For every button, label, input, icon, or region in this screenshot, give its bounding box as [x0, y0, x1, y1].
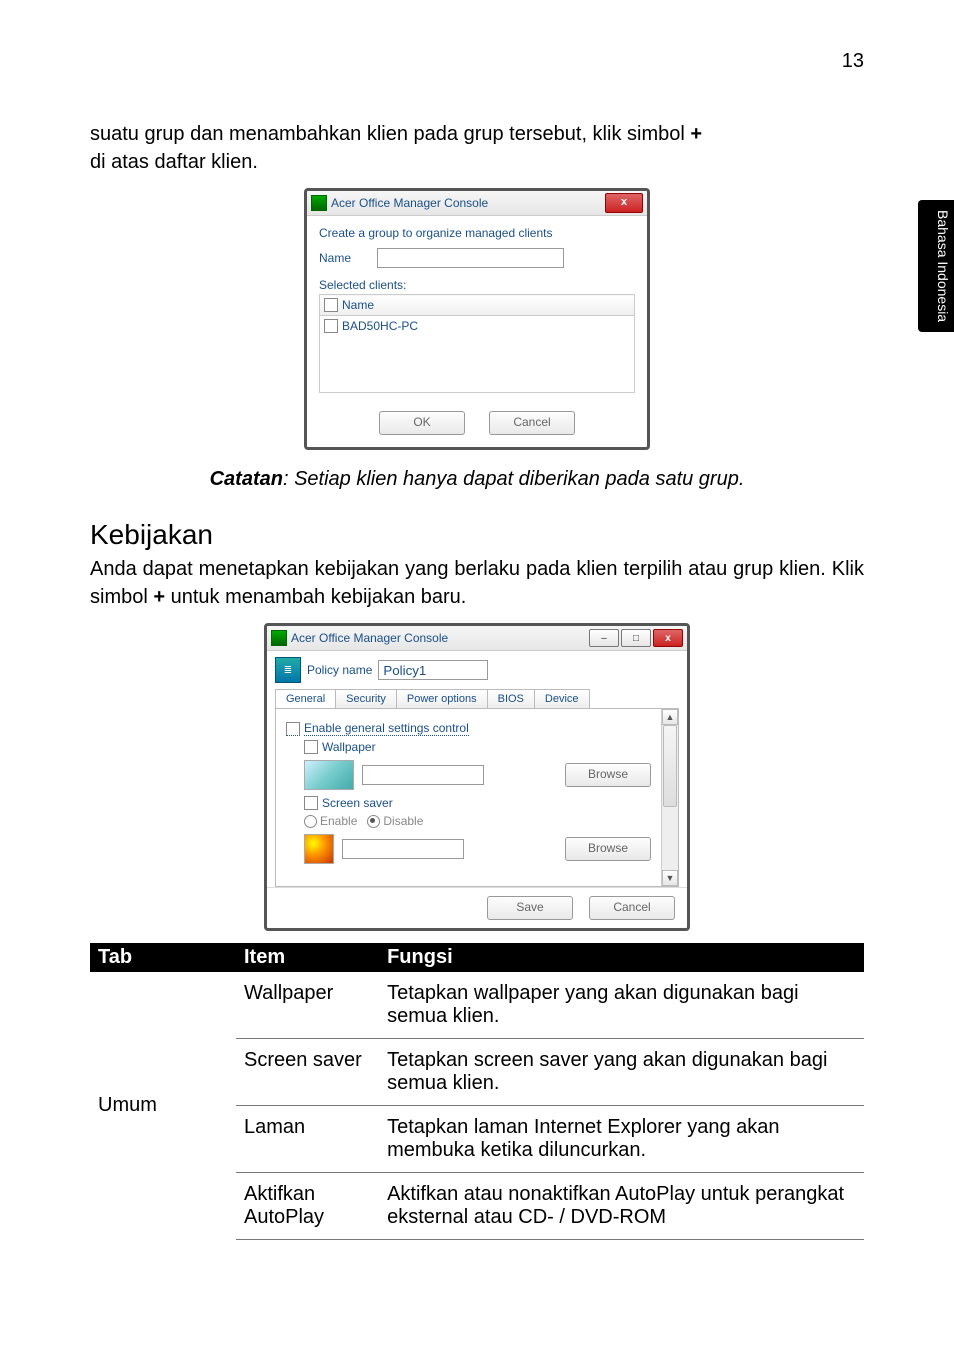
enable-radio-label: Enable: [320, 814, 357, 828]
table-row: Umum Wallpaper Tetapkan wallpaper yang a…: [90, 972, 864, 1039]
enable-general-checkbox[interactable]: [286, 722, 300, 736]
clients-table: Name BAD50HC-PC: [319, 294, 635, 393]
note-rest: : Setiap klien hanya dapat diberikan pad…: [283, 468, 744, 490]
table-row[interactable]: BAD50HC-PC: [320, 316, 635, 337]
tab-name-cell: Umum: [90, 972, 236, 1240]
disable-radio[interactable]: [367, 815, 380, 828]
wallpaper-path-input[interactable]: [362, 765, 484, 785]
dialog-titlebar[interactable]: Acer Office Manager Console – □ x: [267, 626, 687, 651]
func-cell: Tetapkan laman Internet Explorer yang ak…: [379, 1106, 864, 1173]
col-tab: Tab: [90, 943, 236, 972]
item-cell: Aktifkan AutoPlay: [236, 1173, 379, 1240]
maximize-button[interactable]: □: [621, 629, 651, 647]
policy-items-table: Tab Item Fungsi Umum Wallpaper Tetapkan …: [90, 943, 864, 1240]
column-name-header: Name: [342, 298, 374, 312]
col-item: Item: [236, 943, 379, 972]
browse-screensaver-button[interactable]: Browse: [565, 837, 651, 861]
save-button[interactable]: Save: [487, 896, 573, 920]
policy-name-label: Policy name: [307, 663, 372, 677]
item-cell: Screen saver: [236, 1039, 379, 1106]
browse-wallpaper-button[interactable]: Browse: [565, 763, 651, 787]
dialog-heading: Create a group to organize managed clien…: [319, 226, 635, 240]
func-cell: Tetapkan wallpaper yang akan digunakan b…: [379, 972, 864, 1039]
dialog-title: Acer Office Manager Console: [291, 631, 448, 645]
kebijakan-text-b: untuk menambah kebijakan baru.: [165, 586, 466, 608]
cancel-button[interactable]: Cancel: [489, 411, 575, 435]
note-prefix: Catatan: [210, 468, 283, 490]
table-empty-space: [320, 336, 635, 393]
col-fungsi: Fungsi: [379, 943, 864, 972]
screensaver-checkbox[interactable]: [304, 796, 318, 810]
dialog-titlebar[interactable]: Acer Office Manager Console x: [307, 191, 647, 216]
selected-clients-label: Selected clients:: [319, 278, 635, 292]
policy-name-input[interactable]: [378, 660, 488, 680]
scroll-down-button[interactable]: ▼: [662, 870, 678, 886]
page-number: 13: [842, 50, 864, 73]
func-cell: Aktifkan atau nonaktifkan AutoPlay untuk…: [379, 1173, 864, 1240]
disable-radio-label: Disable: [383, 814, 423, 828]
func-cell: Tetapkan screen saver yang akan digunaka…: [379, 1039, 864, 1106]
tab-bios[interactable]: BIOS: [487, 689, 535, 708]
scroll-up-button[interactable]: ▲: [662, 709, 678, 725]
tab-power-options[interactable]: Power options: [396, 689, 488, 708]
select-all-checkbox[interactable]: [324, 298, 338, 312]
plus-symbol-2: +: [153, 586, 165, 608]
tab-security[interactable]: Security: [335, 689, 397, 708]
policy-icon: ≣: [275, 657, 301, 683]
wallpaper-thumbnail: [304, 760, 354, 790]
intro-paragraph: suatu grup dan menambahkan klien pada gr…: [90, 120, 864, 176]
close-button[interactable]: x: [605, 193, 643, 213]
cancel-button[interactable]: Cancel: [589, 896, 675, 920]
screensaver-thumbnail: [304, 834, 334, 864]
tab-general[interactable]: General: [275, 689, 336, 708]
client-checkbox[interactable]: [324, 319, 338, 333]
dialog-title: Acer Office Manager Console: [331, 196, 488, 210]
enable-radio[interactable]: [304, 815, 317, 828]
intro-text-b: di atas daftar klien.: [90, 151, 258, 173]
create-group-dialog: Acer Office Manager Console x Create a g…: [304, 188, 650, 450]
kebijakan-paragraph: Anda dapat menetapkan kebijakan yang ber…: [90, 555, 864, 611]
close-button[interactable]: x: [653, 629, 683, 647]
kebijakan-heading: Kebijakan: [90, 519, 864, 551]
app-icon: [311, 195, 327, 211]
app-icon: [271, 630, 287, 646]
enable-general-label: Enable general settings control: [304, 721, 469, 736]
client-name: BAD50HC-PC: [342, 319, 418, 333]
policy-editor-dialog: Acer Office Manager Console – □ x ≣ Poli…: [264, 623, 690, 931]
screensaver-path-input[interactable]: [342, 839, 464, 859]
wallpaper-checkbox[interactable]: [304, 740, 318, 754]
note-line: Catatan: Setiap klien hanya dapat diberi…: [90, 468, 864, 491]
tab-device[interactable]: Device: [534, 689, 590, 708]
minimize-button[interactable]: –: [589, 629, 619, 647]
wallpaper-label: Wallpaper: [322, 740, 376, 754]
item-cell: Laman: [236, 1106, 379, 1173]
scroll-thumb[interactable]: [663, 725, 677, 807]
item-cell: Wallpaper: [236, 972, 379, 1039]
screensaver-label: Screen saver: [322, 796, 393, 810]
name-label: Name: [319, 251, 369, 265]
scrollbar[interactable]: ▲ ▼: [661, 709, 678, 886]
intro-text-a: suatu grup dan menambahkan klien pada gr…: [90, 123, 690, 145]
language-side-tab: Bahasa Indonesia: [918, 200, 954, 332]
plus-symbol: +: [690, 123, 702, 145]
ok-button[interactable]: OK: [379, 411, 465, 435]
group-name-input[interactable]: [377, 248, 564, 268]
